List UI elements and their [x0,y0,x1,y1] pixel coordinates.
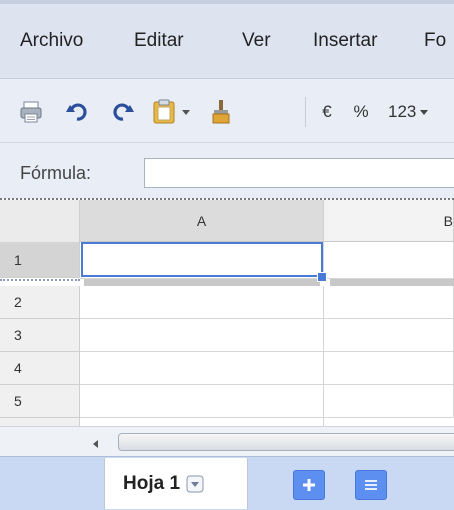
menu-insertar[interactable]: Insertar [313,30,377,52]
column-header-a[interactable]: A [80,200,324,242]
frozen-row-handle[interactable] [0,279,80,281]
add-sheet-button[interactable] [293,470,325,500]
number-format-label: 123 [388,102,417,121]
formula-input[interactable] [144,158,454,188]
row-header-2[interactable]: 2 [0,286,80,319]
cell-b2[interactable] [324,286,454,319]
undo-icon[interactable] [64,99,90,125]
menu-editar[interactable]: Editar [134,30,184,52]
row-header-4[interactable]: 4 [0,352,80,385]
scroll-left-icon[interactable] [92,436,100,454]
scroll-thumb[interactable] [118,433,454,451]
select-all-corner[interactable] [0,200,80,242]
sheet-tab-hoja-1[interactable]: Hoja 1 [104,458,248,509]
sheet-tab-label: Hoja 1 [123,472,181,494]
plus-icon [302,478,316,492]
cell-a2[interactable] [80,286,324,319]
toolbar-separator [305,97,306,127]
spreadsheet-grid: A B 1 2 3 4 5 [0,200,454,426]
currency-format-button[interactable]: € [318,99,336,125]
sheet-list-button[interactable] [355,470,387,500]
print-icon[interactable] [18,99,44,125]
row-header-1[interactable]: 1 [0,242,80,278]
cell-b1[interactable] [324,242,454,279]
menu-bar: Archivo Editar Ver Insertar Fo [0,0,454,78]
frozen-row-divider [84,279,320,286]
row-header-3[interactable]: 3 [0,319,80,352]
column-header-b[interactable]: B [324,200,454,242]
horizontal-scrollbar[interactable] [0,426,454,457]
sheet-menu-dropdown-icon[interactable] [186,475,204,493]
chevron-down-icon [420,110,429,115]
paint-format-icon[interactable] [208,99,234,125]
menu-archivo[interactable]: Archivo [20,30,83,52]
formula-label: Fórmula: [20,163,92,183]
cell-a4[interactable] [80,352,324,385]
cell-a3[interactable] [80,319,324,352]
fill-handle[interactable] [317,272,327,282]
number-format-dropdown[interactable]: 123 [388,99,454,125]
row-header-spacer [0,418,80,426]
toolbar: € % 123 [0,78,454,143]
selection-box [81,242,323,277]
menu-ver[interactable]: Ver [242,30,271,52]
paste-icon[interactable] [150,99,194,125]
frozen-row-divider-b [330,279,454,286]
cell-b3[interactable] [324,319,454,352]
sheet-list-icon [364,479,378,491]
column-divider [323,418,324,426]
menu-formato[interactable]: Fo [424,30,446,52]
percent-format-button[interactable]: % [352,99,370,125]
redo-icon[interactable] [110,99,136,125]
cell-b4[interactable] [324,352,454,385]
column-header-b-label: B [443,212,453,229]
row-header-5[interactable]: 5 [0,385,80,418]
cell-b5[interactable] [324,385,454,418]
cell-a5[interactable] [80,385,324,418]
